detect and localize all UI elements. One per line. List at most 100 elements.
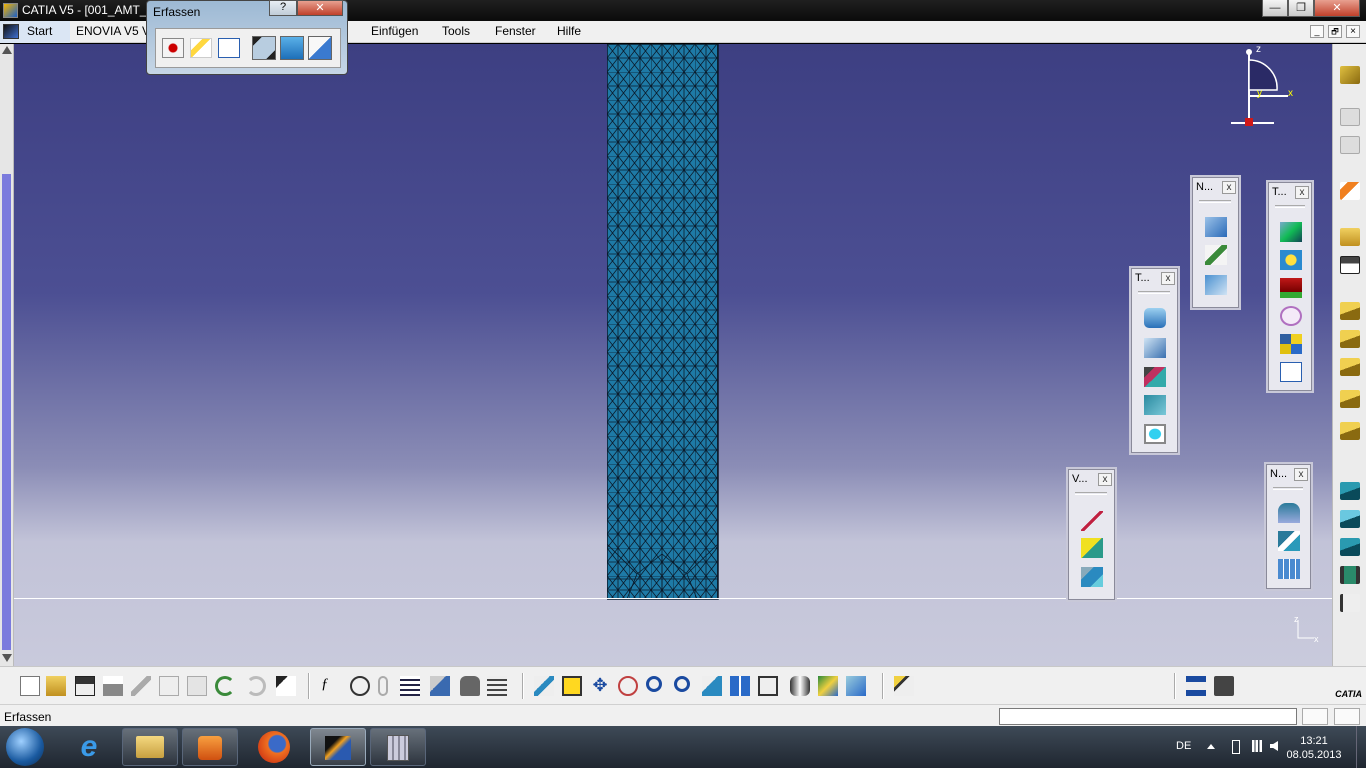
volume-icon[interactable] <box>1270 741 1278 751</box>
doc-minimize-button[interactable]: _ <box>1310 25 1324 38</box>
paste-icon[interactable] <box>187 676 207 696</box>
hide-show-icon[interactable] <box>818 676 838 696</box>
lock-icon[interactable] <box>460 676 480 696</box>
doc-close-button[interactable]: × <box>1346 25 1360 38</box>
comment-icon[interactable] <box>350 676 370 696</box>
firefox-icon[interactable] <box>258 731 290 763</box>
normal-view-icon[interactable] <box>702 676 722 696</box>
calculator-taskbar-button[interactable] <box>370 728 426 766</box>
rotate-icon[interactable] <box>618 676 638 696</box>
zoom-out-icon[interactable] <box>674 676 690 692</box>
print-icon[interactable] <box>103 676 123 696</box>
search-icon[interactable] <box>1280 306 1302 326</box>
tree-icon[interactable] <box>430 676 450 696</box>
grid-icon[interactable] <box>1278 559 1300 579</box>
link-icon[interactable] <box>378 676 388 696</box>
surface-teal-icon[interactable] <box>1340 482 1360 500</box>
show-desktop-button[interactable] <box>1356 726 1366 768</box>
zoom-in-icon[interactable] <box>646 676 662 692</box>
shading-icon[interactable] <box>790 676 810 696</box>
line-icon[interactable] <box>1081 511 1103 531</box>
redo-icon[interactable] <box>246 676 266 696</box>
settings-icon[interactable] <box>308 36 332 60</box>
box-mesh-icon[interactable] <box>1144 367 1166 387</box>
star-icon[interactable] <box>1280 250 1302 270</box>
network-icon[interactable] <box>1252 740 1262 752</box>
minimize-button[interactable]: — <box>1262 0 1288 17</box>
media-player-taskbar-button[interactable] <box>182 728 238 766</box>
command-input[interactable] <box>999 708 1297 725</box>
iso-view-icon[interactable] <box>758 676 778 696</box>
mesh-part-icon[interactable] <box>1205 217 1227 237</box>
shell-mesh-icon[interactable] <box>1144 395 1166 415</box>
palette-close-button[interactable]: x <box>1098 473 1112 486</box>
cut-icon[interactable] <box>131 676 151 696</box>
open-folder-icon[interactable] <box>1340 228 1360 246</box>
image-icon[interactable] <box>280 36 304 60</box>
layer4-icon[interactable] <box>1340 390 1360 408</box>
workbench-icon[interactable] <box>1340 66 1360 84</box>
menu-enovia[interactable]: ENOVIA V5 V <box>76 24 150 38</box>
spec-tree-icon[interactable] <box>894 676 914 696</box>
measure-icon[interactable] <box>1186 676 1206 696</box>
octree-mesh-icon[interactable] <box>1144 338 1166 358</box>
select-arrow-icon[interactable] <box>1340 182 1360 200</box>
catia-taskbar-button[interactable] <box>310 728 366 766</box>
beam-icon[interactable] <box>1340 566 1360 584</box>
pan-icon[interactable]: ✥ <box>590 676 610 696</box>
capture-close-button[interactable]: ✕ <box>297 0 343 16</box>
capture-help-button[interactable]: ? <box>269 0 297 16</box>
maximize-button[interactable]: ❐ <box>1288 0 1314 17</box>
copy-icon[interactable] <box>159 676 179 696</box>
swap-space-icon[interactable] <box>846 676 866 696</box>
palette-close-button[interactable]: x <box>1295 186 1309 199</box>
whats-this-icon[interactable] <box>276 676 296 696</box>
explorer-taskbar-button[interactable] <box>122 728 178 766</box>
compass-icon[interactable]: z x y <box>1228 46 1298 130</box>
mesh2-icon[interactable] <box>1340 136 1360 154</box>
mesh-part[interactable] <box>607 44 719 600</box>
save-icon[interactable] <box>75 676 95 696</box>
status-icon-1[interactable] <box>1302 708 1328 725</box>
battery-icon[interactable] <box>1232 740 1240 754</box>
surface-teal2-icon[interactable] <box>1340 510 1360 528</box>
windows-start-icon[interactable] <box>6 728 44 766</box>
split-icon[interactable] <box>1081 567 1103 587</box>
close-button[interactable]: ✕ <box>1314 0 1360 17</box>
scroll-thumb[interactable] <box>2 174 11 650</box>
frame-mesh-icon[interactable] <box>1144 424 1166 444</box>
plane-mesh-icon[interactable] <box>1205 245 1227 265</box>
surface-mesh-icon[interactable] <box>1205 275 1227 295</box>
curve-icon[interactable] <box>1340 594 1360 612</box>
internet-explorer-icon[interactable]: e <box>66 732 112 762</box>
layer5-icon[interactable] <box>1340 422 1360 440</box>
tray-expand-icon[interactable] <box>1207 744 1215 749</box>
taskbar-clock[interactable]: 13:21 08.05.2013 <box>1284 734 1344 762</box>
color-icon[interactable] <box>1280 334 1302 354</box>
new-document-icon[interactable] <box>20 676 40 696</box>
layer3-icon[interactable] <box>1340 358 1360 376</box>
menu-tools[interactable]: Tools <box>442 24 470 38</box>
palette-close-button[interactable]: x <box>1222 181 1236 194</box>
save-icon[interactable] <box>1340 256 1360 274</box>
sort-icon[interactable] <box>487 676 507 696</box>
menu-hilfe[interactable]: Hilfe <box>557 24 581 38</box>
scroll-up-icon[interactable] <box>2 46 12 54</box>
capture-icon[interactable] <box>252 36 276 60</box>
select-icon[interactable] <box>190 38 212 58</box>
multi-view-icon[interactable] <box>730 676 750 696</box>
solid-icon[interactable] <box>1280 278 1302 298</box>
status-icon-2[interactable] <box>1334 708 1360 725</box>
language-indicator[interactable]: DE <box>1176 740 1191 752</box>
open-icon[interactable] <box>46 676 66 696</box>
menu-start[interactable]: Start <box>0 21 70 43</box>
fit-all-icon[interactable] <box>562 676 582 696</box>
options-icon[interactable] <box>218 38 240 58</box>
palette-close-button[interactable]: x <box>1294 468 1308 481</box>
menu-einfuegen[interactable]: Einfügen <box>371 24 418 38</box>
undo-icon[interactable] <box>215 676 235 696</box>
palette-close-button[interactable]: x <box>1161 272 1175 285</box>
fly-icon[interactable] <box>534 676 554 696</box>
doc-restore-button[interactable]: 🗗 <box>1328 25 1342 38</box>
surface-icon[interactable] <box>1278 503 1300 523</box>
